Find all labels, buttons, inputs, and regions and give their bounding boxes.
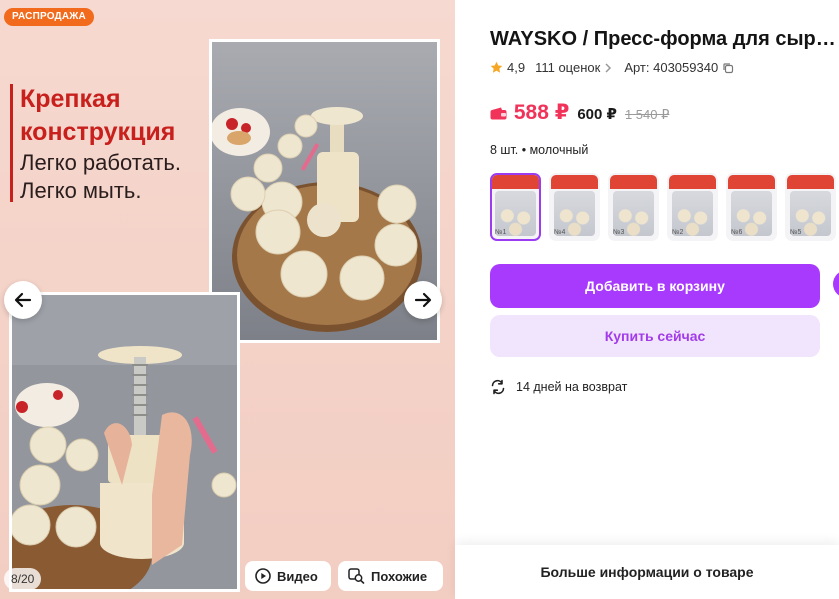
wallet-icon [490,107,507,120]
product-info-panel: WAYSKO / Пресс-форма для сырников 4,9 11… [455,0,839,599]
returns-label: 14 дней на возврат [516,380,628,394]
thumbnail-header [551,175,598,189]
current-price: 588 ₽ [513,101,570,124]
mold-set-illustration [212,42,437,340]
current-price-wrap: 588 ₽ [490,100,569,125]
similar-button-label: Похожие [371,568,428,584]
arrow-left-icon [14,292,32,308]
variant-label: 8 шт. • молочный [490,143,589,157]
video-button-label: Видео [277,568,318,584]
promo-accent-bar [10,84,13,202]
thumbnail-header [610,175,657,189]
search-similar-icon [348,568,365,584]
video-button[interactable]: Видео [245,561,331,591]
more-info-button[interactable]: Больше информации о товаре [455,545,839,599]
buy-now-button[interactable]: Купить сейчас [490,315,820,357]
variant-thumbnail[interactable]: №4 [549,173,600,241]
promo-headline-line2: конструкция [20,118,176,146]
rating-value: 4,9 [507,60,526,75]
thumbnail-tag: №2 [672,229,684,236]
product-meta-row: 4,9 111 оценок Арт: 403059340 [490,60,734,75]
promo-line4: Легко мыть. [20,178,142,203]
add-to-cart-button[interactable]: Добавить в корзину [490,264,820,308]
play-circle-icon [255,568,271,584]
thumbnail-header [787,175,834,189]
thumbnail-tag: №5 [790,229,802,236]
hand-with-mold-illustration [12,295,237,589]
gallery-prev-button[interactable] [4,281,42,319]
old-price: 1 540 ₽ [624,107,670,122]
star-icon [490,61,503,73]
variant-thumbnail[interactable]: №3 [608,173,659,241]
sale-badge: РАСПРОДАЖА [4,8,94,26]
thumbnail-tag: №6 [731,229,743,236]
thumbnail-header [669,175,716,189]
article-number: Арт: 403059340 [624,60,719,75]
variant-thumbnails: №1 №4 №3 №2 №6 №5 [490,173,839,243]
reviews-link[interactable]: 111 оценок [535,60,600,75]
thumbnail-tag: №4 [554,229,566,236]
variant-thumbnail[interactable]: №5 [785,173,836,241]
arrow-right-icon [414,292,432,308]
returns-info: 14 дней на возврат [490,379,627,395]
copy-icon[interactable] [722,62,734,74]
favorite-heart-icon[interactable] [833,270,839,298]
price-row: 588 ₽ 600 ₽ 1 540 ₽ [490,100,669,125]
variant-thumbnail[interactable]: №2 [667,173,718,241]
thumbnail-tag: №3 [613,229,625,236]
product-title: WAYSKO / Пресс-форма для сырников [490,28,839,50]
chevron-right-icon [605,62,612,73]
promo-headline-line1: Крепкая [20,85,121,113]
return-arrows-icon [491,379,505,395]
variant-thumbnail[interactable]: №6 [726,173,777,241]
similar-button[interactable]: Похожие [338,561,443,591]
thumbnail-header [492,175,539,189]
product-photo-bottom [9,292,240,592]
gallery-counter: 8/20 [4,568,42,590]
thumbnail-tag: №1 [495,229,507,236]
gallery-next-button[interactable] [404,281,442,319]
thumbnail-header [728,175,775,189]
promo-text-block: Крепкая конструкция Легко работать. Легк… [10,82,210,203]
product-gallery[interactable]: РАСПРОДАЖА Крепкая конструкция Легко раб… [0,0,455,599]
price-without-card: 600 ₽ [577,106,617,123]
variant-thumbnail[interactable]: №1 [490,173,541,241]
promo-line3: Легко работать. [20,150,181,175]
